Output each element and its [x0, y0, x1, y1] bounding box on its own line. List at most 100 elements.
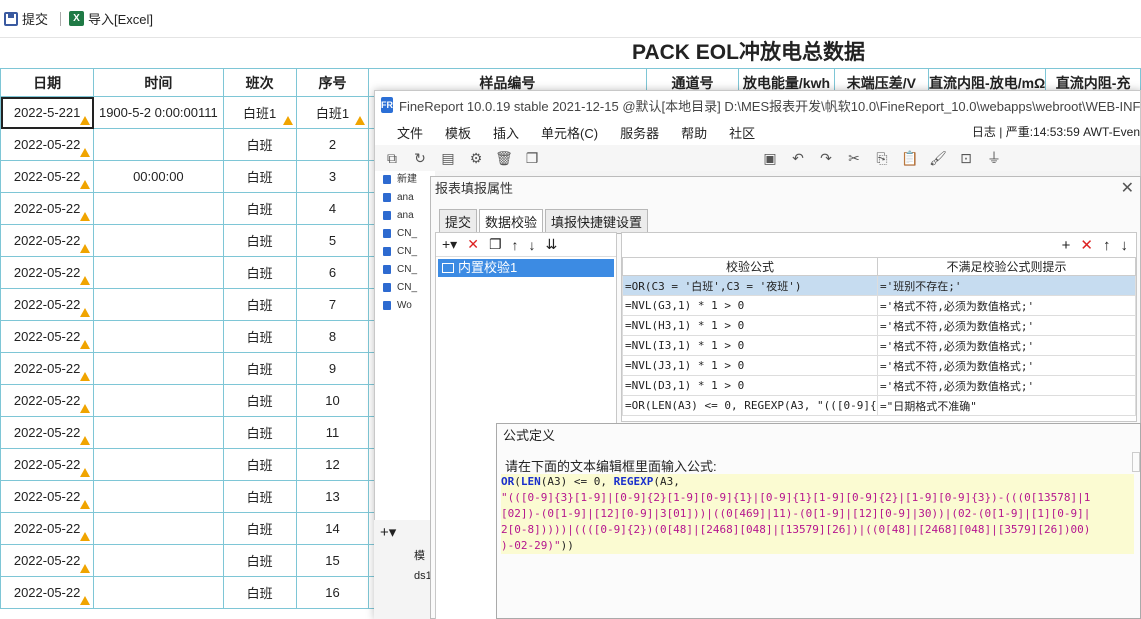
cell-date[interactable]: 2022-05-22 — [0, 192, 95, 225]
tree-item[interactable]: ana — [375, 189, 435, 207]
cell-date[interactable]: 2022-05-22 — [0, 320, 95, 353]
menu-cell[interactable]: 单元格(C) — [541, 123, 598, 142]
copy-icon[interactable]: ❐ — [489, 236, 502, 253]
cell-time[interactable]: 1900-5-2 0:00:00111 — [93, 96, 224, 129]
tree-item[interactable]: Wo — [375, 297, 435, 315]
tree-item[interactable]: 新建 — [375, 171, 435, 189]
cell-shift[interactable]: 白班 — [222, 320, 297, 353]
rule-row[interactable]: =NVL(J3,1) * 1 > 0 ='格式不符,必须为数值格式;' — [622, 355, 1136, 376]
cell-date[interactable]: 2022-05-22 — [0, 576, 95, 609]
cell-seq[interactable]: 8 — [295, 320, 370, 353]
cell-date[interactable]: 2022-05-22 — [0, 128, 95, 161]
add-icon[interactable]: +▾ — [442, 236, 457, 253]
cell-time[interactable] — [93, 288, 224, 321]
rule-row[interactable]: =NVL(I3,1) * 1 > 0 ='格式不符,必须为数值格式;' — [622, 335, 1136, 356]
rule-message[interactable]: ="日期格式不准确" — [877, 395, 1136, 416]
cell-date[interactable]: 2022-05-22 — [0, 352, 95, 385]
cell-shift[interactable]: 白班 — [222, 256, 297, 289]
menu-file[interactable]: 文件 — [397, 123, 423, 142]
scrollbar[interactable] — [1132, 452, 1140, 472]
cell-seq[interactable]: 13 — [295, 480, 370, 513]
refresh-icon[interactable]: ↻ — [411, 150, 429, 167]
menu-community[interactable]: 社区 — [729, 123, 755, 142]
rule-formula[interactable]: =NVL(H3,1) * 1 > 0 — [622, 315, 878, 336]
tree-item[interactable]: CN_ — [375, 279, 435, 297]
cell-time[interactable] — [93, 128, 224, 161]
rule-formula[interactable]: =OR(LEN(A3) <= 0, REGEXP(A3, "(([0-9]{3}… — [622, 395, 878, 416]
rule-formula[interactable]: =OR(C3 = '白班',C3 = '夜班') — [622, 275, 878, 296]
cell-shift[interactable]: 白班 — [222, 384, 297, 417]
cell-time[interactable] — [93, 416, 224, 449]
rule-row[interactable]: =NVL(H3,1) * 1 > 0 ='格式不符,必须为数值格式;' — [622, 315, 1136, 336]
cut-icon[interactable]: ✂ — [845, 150, 863, 167]
rule-formula[interactable]: =NVL(G3,1) * 1 > 0 — [622, 295, 878, 316]
cell-seq[interactable]: 2 — [295, 128, 370, 161]
cell-seq[interactable]: 6 — [295, 256, 370, 289]
rule-row[interactable]: =OR(LEN(A3) <= 0, REGEXP(A3, "(([0-9]{3}… — [622, 395, 1136, 416]
menu-server[interactable]: 服务器 — [620, 123, 659, 142]
menu-help[interactable]: 帮助 — [681, 123, 707, 142]
add-rule-icon[interactable]: + — [1062, 237, 1071, 254]
cell-seq[interactable]: 16 — [295, 576, 370, 609]
format-brush-icon[interactable]: 🖌 — [929, 150, 947, 167]
cell-date[interactable]: 2022-05-22 — [0, 480, 95, 513]
cell-shift[interactable]: 白班 — [222, 128, 297, 161]
preview-icon[interactable]: ⊡ — [957, 150, 975, 167]
cell-shift[interactable]: 白班1 — [222, 96, 297, 129]
cell-time[interactable] — [93, 576, 224, 609]
undo-icon[interactable]: ↶ — [789, 150, 807, 167]
copy-icon[interactable]: ⎘ — [873, 150, 891, 167]
rule-message[interactable]: ='格式不符,必须为数值格式;' — [877, 335, 1136, 356]
copy-icon[interactable]: ❐ — [523, 150, 541, 167]
rule-message[interactable]: ='格式不符,必须为数值格式;' — [877, 315, 1136, 336]
cell-shift[interactable]: 白班 — [222, 576, 297, 609]
cell-time[interactable] — [93, 320, 224, 353]
cell-seq[interactable]: 15 — [295, 544, 370, 577]
rule-message[interactable]: ='格式不符,必须为数值格式;' — [877, 375, 1136, 396]
cell-seq[interactable]: 10 — [295, 384, 370, 417]
tree-item[interactable]: ana — [375, 207, 435, 225]
delete-icon[interactable]: ✕ — [467, 236, 479, 253]
import-excel-button[interactable]: X 导入[Excel] — [69, 9, 153, 28]
cell-time[interactable] — [93, 512, 224, 545]
cell-date[interactable]: 2022-05-22 — [0, 448, 95, 481]
tree-item[interactable]: CN_ — [375, 261, 435, 279]
tab-submit[interactable]: 提交 — [439, 209, 478, 234]
cell-date[interactable]: 2022-05-22 — [0, 224, 95, 257]
cell-seq[interactable]: 7 — [295, 288, 370, 321]
cell-shift[interactable]: 白班 — [222, 192, 297, 225]
cell-seq[interactable]: 12 — [295, 448, 370, 481]
cell-shift[interactable]: 白班 — [222, 480, 297, 513]
cell-shift[interactable]: 白班 — [222, 544, 297, 577]
cell-date[interactable]: 2022-05-22 — [0, 416, 95, 449]
cell-shift[interactable]: 白班 — [222, 288, 297, 321]
cell-date[interactable]: 2022-5-221 — [0, 96, 95, 129]
settings-icon[interactable]: ⚙ — [467, 150, 485, 167]
cell-date[interactable]: 2022-05-22 — [0, 512, 95, 545]
cell-shift[interactable]: 白班 — [222, 448, 297, 481]
cell-time[interactable] — [93, 352, 224, 385]
cell-shift[interactable]: 白班 — [222, 352, 297, 385]
move-down-icon[interactable]: ↓ — [529, 237, 536, 253]
cell-time[interactable] — [93, 544, 224, 577]
cell-shift[interactable]: 白班 — [222, 224, 297, 257]
cell-date[interactable]: 2022-05-22 — [0, 288, 95, 321]
cell-date[interactable]: 2022-05-22 — [0, 160, 95, 193]
paste-icon[interactable]: 📋 — [901, 150, 919, 167]
move-bottom-icon[interactable]: ⇊ — [546, 236, 558, 253]
rule-formula[interactable]: =NVL(J3,1) * 1 > 0 — [622, 355, 878, 376]
cell-seq[interactable]: 11 — [295, 416, 370, 449]
redo-icon[interactable]: ↷ — [817, 150, 835, 167]
cell-seq[interactable]: 4 — [295, 192, 370, 225]
cell-seq[interactable]: 5 — [295, 224, 370, 257]
cell-shift[interactable]: 白班 — [222, 512, 297, 545]
tab-data-validation[interactable]: 数据校验 — [479, 209, 544, 234]
cell-date[interactable]: 2022-05-22 — [0, 544, 95, 577]
close-icon[interactable]: ✕ — [1121, 177, 1134, 201]
cell-shift[interactable]: 白班 — [222, 416, 297, 449]
plugin-icon[interactable]: ⏚ — [985, 148, 1003, 168]
new-icon[interactable]: ⧉ — [383, 150, 401, 167]
delete-rule-icon[interactable]: ✕ — [1080, 236, 1093, 254]
cell-time[interactable] — [93, 480, 224, 513]
tree-item[interactable]: CN_ — [375, 225, 435, 243]
